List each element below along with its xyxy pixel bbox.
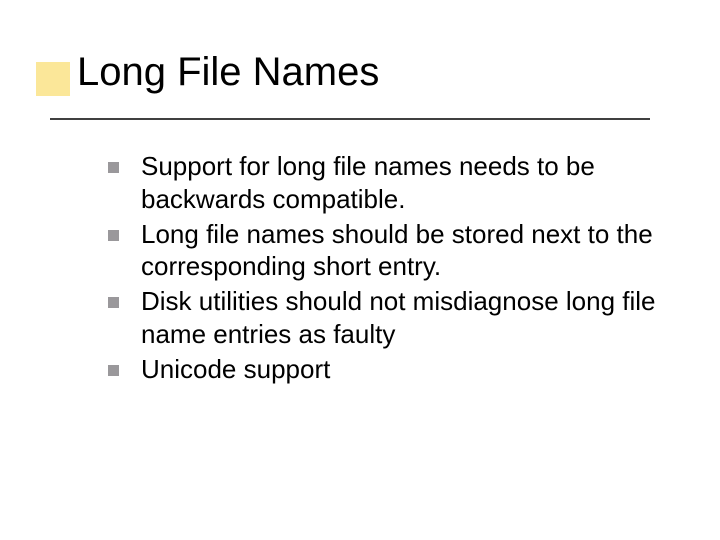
slide-title: Long File Names [77, 50, 680, 94]
square-bullet-icon [108, 162, 119, 173]
bullet-text: Disk utilities should not misdiagnose lo… [141, 285, 660, 351]
square-bullet-icon [108, 365, 119, 376]
bullet-text: Long file names should be stored next to… [141, 218, 660, 284]
title-underline [50, 118, 650, 120]
title-region: Long File Names [77, 50, 680, 104]
list-item: Disk utilities should not misdiagnose lo… [108, 285, 660, 351]
list-item: Long file names should be stored next to… [108, 218, 660, 284]
square-bullet-icon [108, 297, 119, 308]
slide-body: Support for long file names needs to be … [108, 150, 660, 387]
accent-square [36, 62, 70, 96]
list-item: Support for long file names needs to be … [108, 150, 660, 216]
slide: Long File Names Support for long file na… [0, 0, 720, 540]
bullet-text: Unicode support [141, 353, 330, 386]
list-item: Unicode support [108, 353, 660, 386]
square-bullet-icon [108, 230, 119, 241]
bullet-text: Support for long file names needs to be … [141, 150, 660, 216]
